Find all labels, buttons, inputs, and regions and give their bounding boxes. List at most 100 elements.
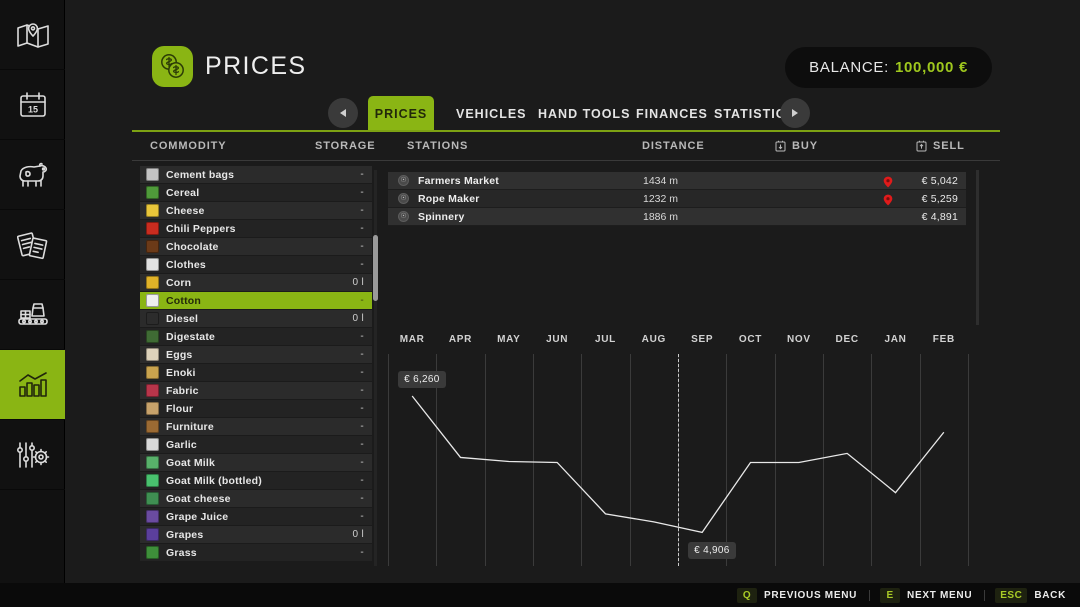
svg-text:15: 15 <box>27 104 37 114</box>
hint-divider <box>869 589 871 601</box>
station-icon: ☉ <box>398 211 409 222</box>
commodity-name: Diesel <box>166 312 199 325</box>
commodity-row[interactable]: Goat cheese - <box>140 490 372 508</box>
commodity-name: Cotton <box>166 294 202 307</box>
hint-label-back: BACK <box>1034 589 1066 601</box>
commodity-name: Furniture <box>166 420 214 433</box>
tab-bar: PRICES VEHICLES HAND TOOLS FINANCES STAT… <box>132 96 1000 131</box>
sidebar-item-contracts[interactable] <box>0 210 65 280</box>
column-header-commodity: COMMODITY <box>150 140 227 152</box>
chevron-right-icon <box>792 109 798 117</box>
commodity-row[interactable]: Cement bags - <box>140 166 372 184</box>
station-price: € 4,891 <box>921 210 958 223</box>
tab-underline <box>132 130 1000 132</box>
map-pin-icon <box>882 193 894 205</box>
hint-back[interactable]: ESC BACK <box>995 587 1066 603</box>
factory-icon <box>17 302 48 325</box>
commodity-row[interactable]: Clothes - <box>140 256 372 274</box>
commodity-storage-value: - <box>360 367 364 378</box>
sidebar-item-production[interactable] <box>0 280 65 350</box>
column-header-distance: DISTANCE <box>642 140 705 152</box>
chart-max-value-tag: € 6,260 <box>398 371 446 389</box>
commodity-storage-value: - <box>360 223 364 234</box>
sidebar-item-calendar[interactable]: 15 <box>0 70 65 140</box>
commodity-row[interactable]: Goat Milk (bottled) - <box>140 472 372 490</box>
commodity-row[interactable]: Enoki - <box>140 364 372 382</box>
cow-icon <box>18 162 47 187</box>
sidebar-item-animals[interactable] <box>0 140 65 210</box>
commodity-row[interactable]: Furniture - <box>140 418 372 436</box>
station-row[interactable]: ☉ Farmers Market 1434 m € 5,042 <box>388 172 966 190</box>
sidebar-item-settings[interactable] <box>0 420 65 490</box>
tab-next-button[interactable] <box>780 98 810 128</box>
station-row[interactable]: ☉ Spinnery 1886 m € 4,891 <box>388 208 966 226</box>
commodity-icon <box>146 258 159 271</box>
chart-gridline <box>968 354 969 566</box>
commodity-scrollbar-track[interactable] <box>374 170 377 566</box>
page-icon <box>152 46 193 87</box>
commodity-scrollbar-thumb[interactable] <box>373 235 378 301</box>
commodity-row[interactable]: Grape Juice - <box>140 508 372 526</box>
chevron-left-icon <box>340 109 346 117</box>
commodity-name: Garlic <box>166 438 197 451</box>
tab-label: HAND TOOLS <box>538 106 631 121</box>
commodity-row[interactable]: Fabric - <box>140 382 372 400</box>
hint-previous-menu[interactable]: Q PREVIOUS MENU <box>737 587 857 603</box>
station-icon: ☉ <box>398 175 409 186</box>
commodity-list[interactable]: Cement bags - Cereal - Cheese - Chili Peppers -… <box>140 166 375 566</box>
commodity-name: Enoki <box>166 366 196 379</box>
balance-pill: BALANCE: 100,000 € <box>785 47 992 88</box>
commodity-storage-value: - <box>360 259 364 270</box>
main-sidebar: 15 <box>0 0 65 607</box>
commodity-row[interactable]: Garlic - <box>140 436 372 454</box>
commodity-icon <box>146 294 159 307</box>
commodity-icon <box>146 312 159 325</box>
commodity-name: Grape Juice <box>166 510 229 523</box>
tab-prices[interactable]: PRICES <box>368 96 434 131</box>
commodity-row[interactable]: Cheese - <box>140 202 372 220</box>
commodity-icon <box>146 186 159 199</box>
sidebar-item-prices[interactable] <box>0 350 65 420</box>
commodity-row[interactable]: Chocolate - <box>140 238 372 256</box>
commodity-storage-value: - <box>360 331 364 342</box>
commodity-row[interactable]: Digestate - <box>140 328 372 346</box>
sidebar-item-map[interactable] <box>0 0 65 70</box>
chart-plot-area: € 6,260 € 4,906 <box>388 354 969 566</box>
commodity-name: Goat Milk <box>166 456 216 469</box>
commodity-storage-value: - <box>360 403 364 414</box>
commodity-row[interactable]: Cereal - <box>140 184 372 202</box>
commodity-row[interactable]: Diesel 0 l <box>140 310 372 328</box>
calendar-icon: 15 <box>19 91 46 117</box>
chart-month-label: JAN <box>884 334 907 345</box>
commodity-row[interactable]: Chili Peppers - <box>140 220 372 238</box>
hint-next-menu[interactable]: E NEXT MENU <box>880 587 972 603</box>
commodity-storage-value: 0 l <box>352 277 364 288</box>
stations-scrollbar-track[interactable] <box>976 170 979 325</box>
keycap-esc: ESC <box>995 587 1028 603</box>
commodity-storage-value: - <box>360 475 364 486</box>
chart-month-label: MAY <box>497 334 521 345</box>
map-icon <box>16 22 49 48</box>
commodity-name: Grass <box>166 546 197 559</box>
commodity-name: Corn <box>166 276 192 289</box>
station-row[interactable]: ☉ Rope Maker 1232 m € 5,259 <box>388 190 966 208</box>
commodity-row[interactable]: Corn 0 l <box>140 274 372 292</box>
column-header-sell-label: SELL <box>933 140 965 152</box>
commodity-name: Cement bags <box>166 168 235 181</box>
commodity-row[interactable]: Eggs - <box>140 346 372 364</box>
commodity-storage-value: 0 l <box>352 529 364 540</box>
stations-list[interactable]: ☉ Farmers Market 1434 m € 5,042 ☉ Rope Maker 1… <box>388 172 966 226</box>
commodity-row[interactable]: Grapes 0 l <box>140 526 372 544</box>
chart-current-time-marker <box>678 354 679 566</box>
commodity-icon <box>146 546 159 559</box>
commodity-icon <box>146 366 159 379</box>
commodity-storage-value: - <box>360 421 364 432</box>
commodity-row[interactable]: Goat Milk - <box>140 454 372 472</box>
commodity-icon <box>146 384 159 397</box>
tab-prev-button[interactable] <box>328 98 358 128</box>
chart-month-label: JUL <box>595 334 616 345</box>
commodity-row[interactable]: Cotton - <box>140 292 372 310</box>
commodity-storage-value: - <box>360 205 364 216</box>
commodity-row[interactable]: Grass - <box>140 544 372 562</box>
commodity-row[interactable]: Flour - <box>140 400 372 418</box>
